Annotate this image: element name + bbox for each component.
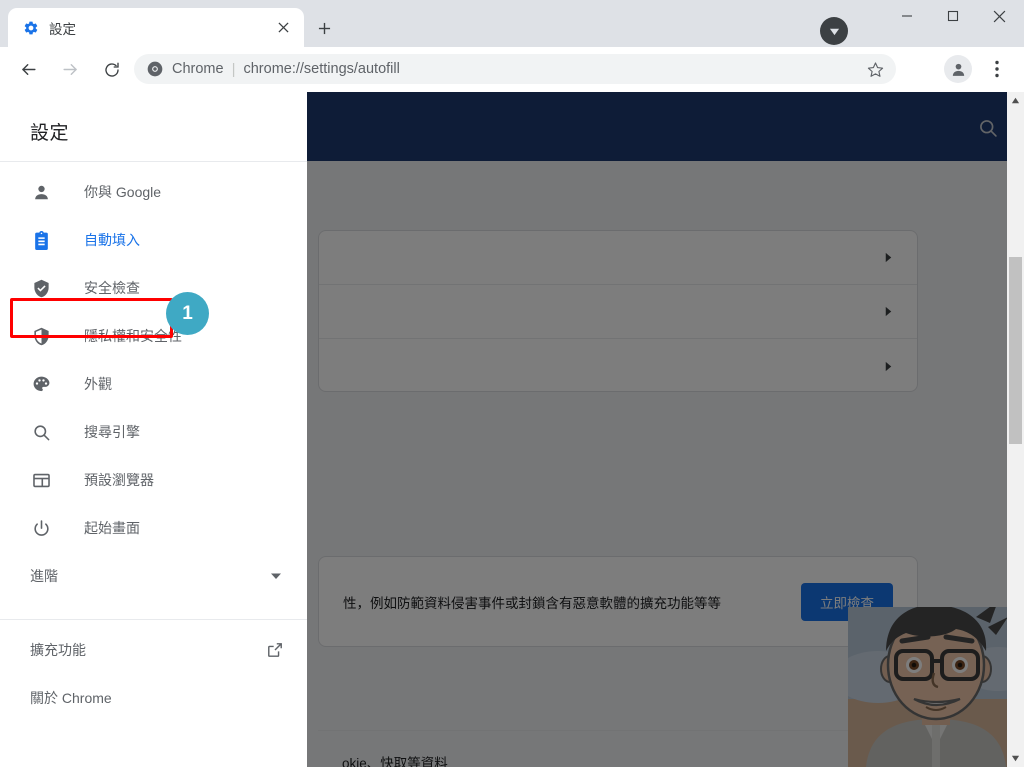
settings-row[interactable] bbox=[319, 285, 917, 339]
sidebar-item-label: 關於 Chrome bbox=[30, 690, 112, 706]
sidebar-item-safety-check[interactable]: 安全檢查 bbox=[0, 264, 307, 312]
scroll-up-arrow-icon[interactable] bbox=[1007, 92, 1024, 109]
search-icon[interactable] bbox=[978, 118, 998, 138]
sidebar-item-label: 自動填入 bbox=[84, 232, 140, 248]
row-label: okie、快取等資料 bbox=[342, 755, 448, 767]
chrome-logo-icon bbox=[146, 61, 163, 78]
gear-icon bbox=[22, 19, 39, 36]
close-icon[interactable] bbox=[270, 15, 296, 41]
chevron-right-icon bbox=[879, 249, 897, 267]
sidebar-item-search-engine[interactable]: 搜尋引擎 bbox=[0, 408, 307, 456]
cartoon-avatar-watermark bbox=[848, 607, 1024, 767]
magnifier-icon bbox=[30, 421, 52, 443]
drawer-footer: 擴充功能 關於 Chrome bbox=[0, 626, 307, 722]
window-close-button[interactable] bbox=[976, 0, 1022, 32]
sidebar-item-appearance[interactable]: 外觀 bbox=[0, 360, 307, 408]
scroll-thumb[interactable] bbox=[1009, 257, 1022, 444]
scroll-down-arrow-icon[interactable] bbox=[1007, 750, 1024, 767]
settings-navigation-drawer: 設定 你與 Google 自動填入 安全檢查 隱私權和安全性 外觀 搜尋引擎 預… bbox=[0, 92, 307, 767]
safety-check-description: 性，例如防範資料侵害事件或封鎖含有惡意軟體的擴充功能等等 bbox=[343, 595, 721, 611]
sidebar-item-privacy-and-security[interactable]: 隱私權和安全性 bbox=[0, 312, 307, 360]
sidebar-item-you-and-google[interactable]: 你與 Google bbox=[0, 168, 307, 216]
annotation-step-badge: 1 bbox=[166, 292, 209, 335]
safety-check-card: 性，例如防範資料侵害事件或封鎖含有惡意軟體的擴充功能等等 立即檢查 bbox=[318, 556, 918, 647]
settings-card-top bbox=[318, 230, 918, 392]
shield-half-icon bbox=[30, 325, 52, 347]
sidebar-item-label: 外觀 bbox=[84, 376, 112, 392]
new-tab-button[interactable] bbox=[310, 14, 338, 42]
person-icon bbox=[30, 181, 52, 203]
omnibox-brand: Chrome bbox=[172, 61, 224, 77]
browser-window-icon bbox=[30, 469, 52, 491]
sidebar-item-label: 預設瀏覽器 bbox=[84, 472, 154, 488]
chevron-right-icon bbox=[879, 357, 897, 375]
omnibox-separator: | bbox=[231, 60, 236, 78]
browser-tab-settings[interactable]: 設定 bbox=[8, 8, 304, 47]
forward-arrow-icon bbox=[56, 56, 84, 84]
chevron-right-icon bbox=[879, 303, 897, 321]
three-dot-menu-icon[interactable] bbox=[984, 56, 1010, 82]
page-scrollbar[interactable] bbox=[1007, 92, 1024, 767]
sidebar-item-label: 擴充功能 bbox=[30, 642, 86, 658]
palette-icon bbox=[30, 373, 52, 395]
drawer-divider bbox=[0, 161, 307, 162]
bookmark-star-icon[interactable] bbox=[862, 56, 888, 82]
clipboard-icon bbox=[30, 229, 52, 251]
minimize-button[interactable] bbox=[884, 0, 930, 32]
chrome-browser-window: 設定 Chrome | chrome://settings/autofill 性… bbox=[0, 0, 1024, 767]
settings-menu-list: 你與 Google 自動填入 安全檢查 隱私權和安全性 外觀 搜尋引擎 預設瀏覽… bbox=[0, 168, 307, 600]
address-bar[interactable]: Chrome | chrome://settings/autofill bbox=[134, 54, 896, 84]
settings-row[interactable] bbox=[319, 231, 917, 285]
download-chip-icon[interactable] bbox=[820, 17, 848, 45]
back-arrow-icon[interactable] bbox=[14, 56, 42, 84]
sidebar-item-label: 起始畫面 bbox=[84, 520, 140, 536]
sidebar-item-on-startup[interactable]: 起始畫面 bbox=[0, 504, 307, 552]
browser-toolbar: Chrome | chrome://settings/autofill bbox=[0, 47, 1024, 92]
sidebar-item-autofill[interactable]: 自動填入 bbox=[0, 216, 307, 264]
sidebar-item-extensions[interactable]: 擴充功能 bbox=[0, 626, 307, 674]
title-bar: 設定 bbox=[0, 0, 1024, 47]
omnibox-url: chrome://settings/autofill bbox=[243, 61, 400, 77]
shield-check-icon bbox=[30, 277, 52, 299]
privacy-row[interactable]: okie、快取等資料 bbox=[318, 731, 918, 767]
sidebar-item-label: 安全檢查 bbox=[84, 280, 140, 296]
sidebar-item-label: 搜尋引擎 bbox=[84, 424, 140, 440]
sidebar-item-about-chrome[interactable]: 關於 Chrome bbox=[0, 674, 307, 722]
reload-icon[interactable] bbox=[98, 56, 126, 84]
maximize-button[interactable] bbox=[930, 0, 976, 32]
drawer-title: 設定 bbox=[30, 123, 70, 144]
profile-avatar-icon[interactable] bbox=[944, 55, 972, 83]
settings-row[interactable] bbox=[319, 339, 917, 393]
power-icon bbox=[30, 517, 52, 539]
advanced-label: 進階 bbox=[30, 568, 58, 584]
external-link-icon bbox=[267, 642, 283, 658]
sidebar-item-label: 隱私權和安全性 bbox=[84, 328, 182, 344]
privacy-rows-group: okie、快取等資料 資料 bbox=[318, 669, 918, 767]
sidebar-item-advanced[interactable]: 進階 bbox=[0, 552, 307, 600]
sidebar-item-default-browser[interactable]: 預設瀏覽器 bbox=[0, 456, 307, 504]
page-viewport: 性，例如防範資料侵害事件或封鎖含有惡意軟體的擴充功能等等 立即檢查 okie、快… bbox=[0, 92, 1024, 767]
drawer-footer-divider bbox=[0, 619, 307, 620]
privacy-row[interactable] bbox=[318, 669, 918, 731]
sidebar-item-label: 你與 Google bbox=[84, 184, 162, 200]
tab-title: 設定 bbox=[49, 21, 76, 37]
chevron-down-icon bbox=[269, 569, 283, 583]
